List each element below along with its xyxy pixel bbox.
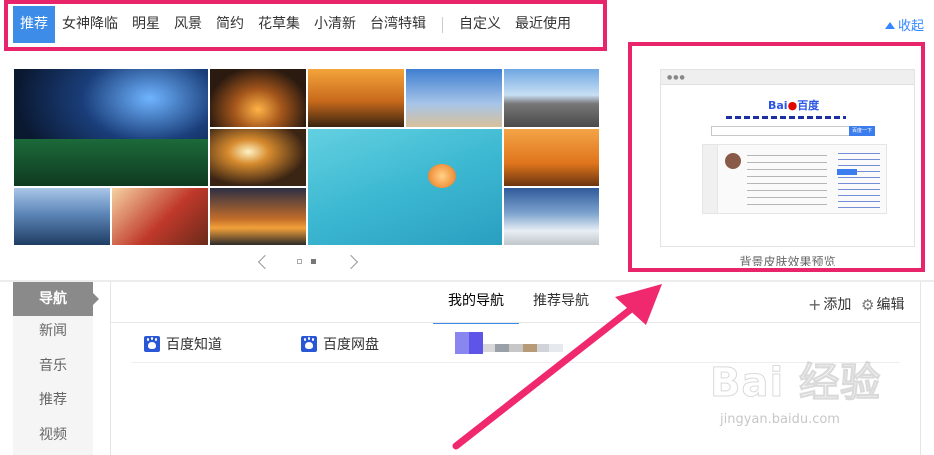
tab-recent[interactable]: 最近使用: [508, 6, 578, 43]
skin-thumbnail[interactable]: [13, 187, 111, 246]
skin-thumbnail[interactable]: [209, 128, 307, 187]
gear-icon: ⚙: [861, 296, 875, 314]
nav-link-label: 百度知道: [166, 337, 222, 353]
plus-icon: +: [808, 295, 822, 314]
skin-thumbnail[interactable]: [503, 128, 600, 187]
skin-thumbnail-grid: [13, 68, 600, 246]
tab-my-navigation[interactable]: 我的导航: [433, 292, 519, 324]
skin-thumbnail[interactable]: [13, 68, 209, 187]
baidu-paw-icon: [301, 336, 317, 352]
nav-item-news[interactable]: 新闻: [13, 314, 93, 348]
chevron-left-icon[interactable]: [257, 254, 273, 270]
nav-item-music[interactable]: 音乐: [13, 349, 93, 383]
skin-thumbnail[interactable]: [209, 187, 307, 246]
blurred-link: [455, 332, 565, 356]
tab-underline-rule: [111, 322, 920, 323]
tab-flowers[interactable]: 花草集: [251, 6, 307, 43]
page-dot-active[interactable]: [311, 259, 316, 264]
chevron-right-icon[interactable]: [343, 254, 359, 270]
nav-item-video[interactable]: 视频: [13, 418, 93, 452]
tab-goddess[interactable]: 女神降临: [55, 6, 125, 43]
row-rule: [131, 362, 900, 363]
page-dot[interactable]: [297, 259, 302, 264]
logo-baidu: 百度: [797, 99, 820, 112]
navigation-panel: 我的导航 推荐导航 + 添加 ⚙ 编辑 百度知道 百度网盘: [110, 282, 921, 455]
skin-thumbnail[interactable]: [307, 128, 503, 246]
add-button[interactable]: + 添加: [808, 294, 851, 314]
preview-baidu-logo: Bai●百度: [768, 97, 819, 113]
add-label: 添加: [823, 297, 852, 313]
preview-avatar: [725, 153, 741, 169]
preview-caption: 背景皮肤效果预览: [739, 255, 836, 266]
collapse-label: 收起: [897, 19, 924, 34]
preview-search-button: 百度一下: [849, 126, 875, 136]
baidu-paw-icon: [144, 336, 160, 352]
nav-link-label: 百度网盘: [323, 337, 379, 353]
skin-thumbnail[interactable]: [209, 68, 307, 128]
skin-thumbnail[interactable]: [503, 68, 600, 128]
preview-highlight: [837, 169, 857, 175]
logo-bai: Bai: [768, 99, 788, 112]
nav-link-baidu-zhidao[interactable]: 百度知道: [144, 334, 222, 354]
preview-sidebar: [703, 145, 718, 213]
tab-recommended-navigation[interactable]: 推荐导航: [533, 292, 589, 322]
nav-item-navigation[interactable]: 导航: [13, 282, 99, 316]
paw-icon: ●: [787, 99, 798, 112]
skin-pager: [256, 254, 359, 270]
tab-simple[interactable]: 简约: [209, 6, 251, 43]
skin-thumbnail[interactable]: [503, 187, 600, 246]
left-nav: 导航 新闻 音乐 推荐 视频: [13, 282, 99, 455]
nav-item-recommend[interactable]: 推荐: [13, 383, 93, 417]
edit-label: 编辑: [876, 297, 905, 313]
edit-button[interactable]: ⚙ 编辑: [861, 294, 904, 314]
tab-fresh[interactable]: 小清新: [307, 6, 363, 43]
preview-text-lines: [747, 155, 827, 205]
tab-scenery[interactable]: 风景: [167, 6, 209, 43]
preview-search-box: [711, 126, 851, 136]
nav-link-baidu-pan[interactable]: 百度网盘: [301, 334, 379, 354]
tab-stars[interactable]: 明星: [125, 6, 167, 43]
skin-category-tabs: 推荐 女神降临 明星 风景 简约 花草集 小清新 台湾特辑 自定义 最近使用: [13, 6, 578, 43]
tab-custom[interactable]: 自定义: [452, 6, 508, 43]
tab-divider: [442, 16, 443, 33]
collapse-button[interactable]: 收起: [884, 15, 924, 34]
skin-thumbnail[interactable]: [405, 68, 503, 128]
preview-nav-links: [726, 116, 846, 119]
tab-taiwan[interactable]: 台湾特辑: [363, 6, 433, 43]
tab-recommend[interactable]: 推荐: [13, 6, 55, 43]
preview-window-bar: ●●●: [661, 70, 914, 85]
skin-thumbnail[interactable]: [111, 187, 209, 246]
skin-preview-panel: ●●● Bai●百度 百度一下: [660, 69, 915, 247]
skin-thumbnail[interactable]: [307, 68, 405, 128]
arrow-up-icon: [884, 22, 895, 29]
preview-link-column: [838, 153, 880, 208]
preview-content-box: [702, 144, 887, 214]
